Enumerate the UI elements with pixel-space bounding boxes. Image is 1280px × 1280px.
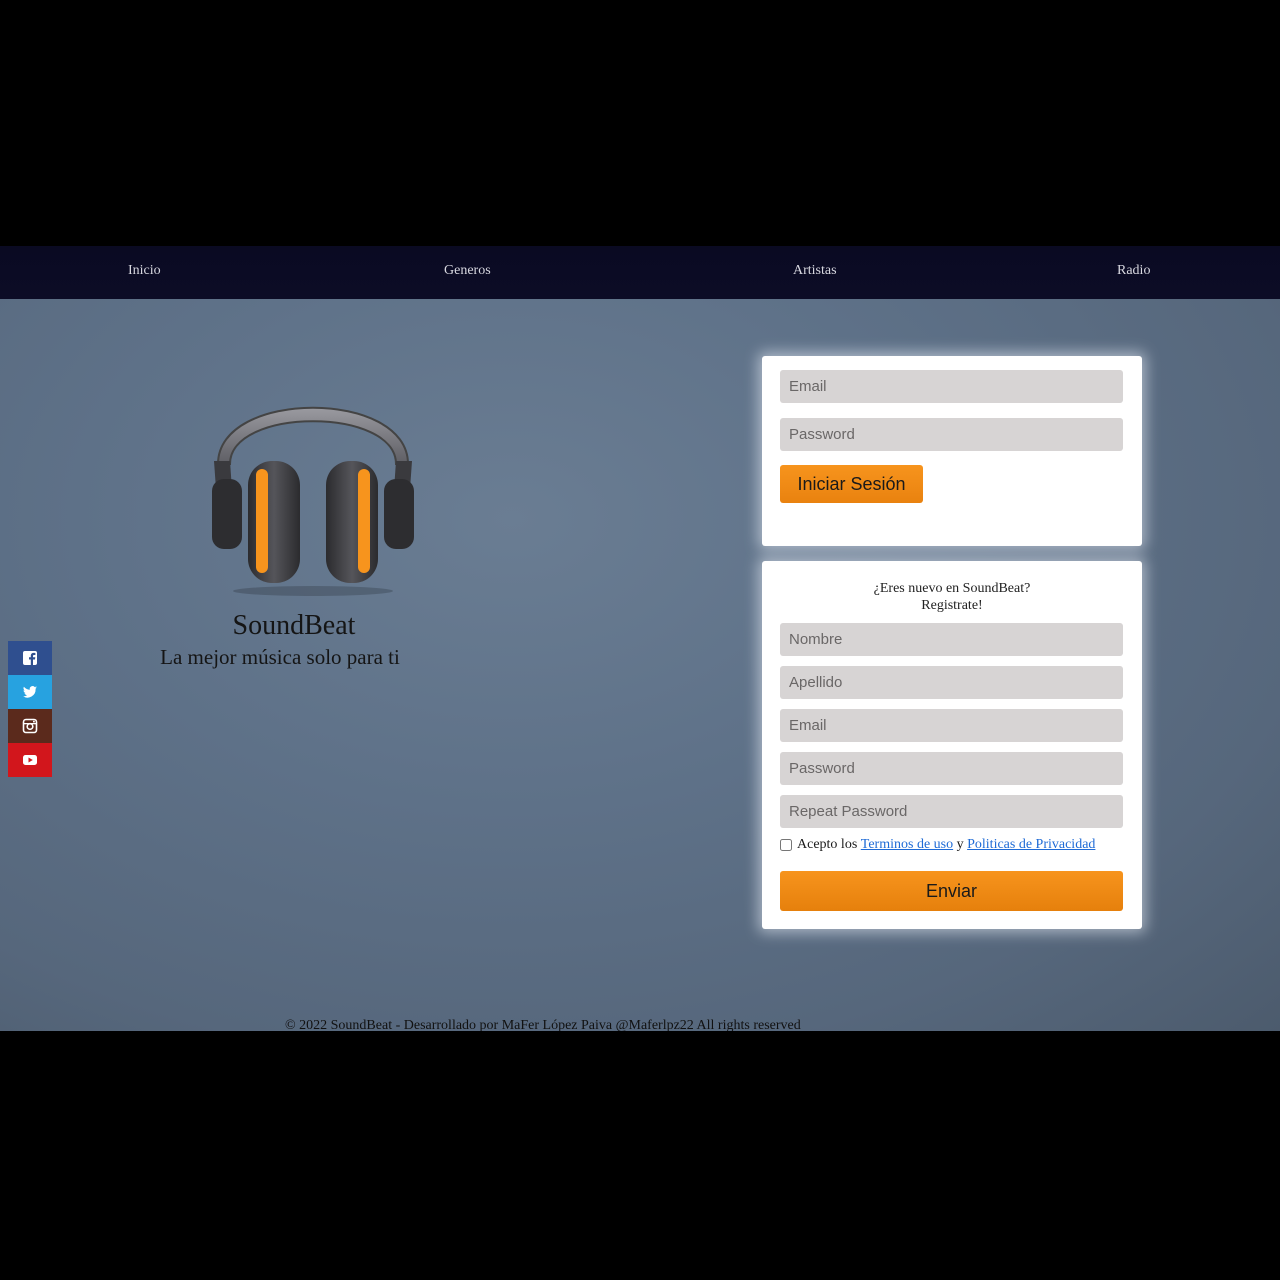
register-apellido-input[interactable] <box>780 666 1123 699</box>
login-password-input[interactable] <box>780 418 1123 451</box>
register-heading-line1: ¿Eres nuevo en SoundBeat? <box>873 581 1031 596</box>
facebook-icon <box>23 651 37 666</box>
register-heading: ¿Eres nuevo en SoundBeat? Registrate! <box>762 580 1142 614</box>
brand-title: SoundBeat <box>232 610 356 641</box>
brand-tagline: La mejor música solo para ti <box>160 645 400 669</box>
main-content: SoundBeat La mejor música solo para ti I… <box>0 299 1280 1031</box>
nav-item-inicio[interactable]: Inicio <box>128 246 161 299</box>
nav-item-radio[interactable]: Radio <box>1117 246 1150 299</box>
youtube-button[interactable] <box>8 743 52 777</box>
register-email-input[interactable] <box>780 709 1123 742</box>
headphones-icon <box>212 406 414 596</box>
facebook-button[interactable] <box>8 641 52 675</box>
terms-checkbox[interactable] <box>780 839 792 851</box>
bottom-letterbox <box>0 1031 1280 1280</box>
login-email-input[interactable] <box>780 370 1123 403</box>
register-submit-button[interactable]: Enviar <box>780 871 1123 911</box>
social-sidebar <box>8 641 52 777</box>
privacy-link[interactable]: Politicas de Privacidad <box>967 837 1095 853</box>
login-card: Iniciar Sesión <box>762 356 1142 546</box>
nav-item-artistas[interactable]: Artistas <box>793 246 837 299</box>
terms-link[interactable]: Terminos de uso <box>861 837 953 853</box>
register-heading-line2: Registrate! <box>921 598 983 613</box>
top-letterbox <box>0 0 1280 246</box>
twitter-icon <box>23 686 37 698</box>
register-password-input[interactable] <box>780 752 1123 785</box>
terms-row: Acepto los Terminos de uso y Politicas d… <box>780 835 1130 855</box>
youtube-icon <box>23 755 37 765</box>
terms-prefix: Acepto los <box>797 837 858 852</box>
register-nombre-input[interactable] <box>780 623 1123 656</box>
footer-copyright: © 2022 SoundBeat - Desarrollado por MaFe… <box>285 1018 801 1031</box>
twitter-button[interactable] <box>8 675 52 709</box>
instagram-button[interactable] <box>8 709 52 743</box>
main-navbar: Inicio Generos Artistas Radio <box>0 246 1280 299</box>
terms-and: y <box>956 837 964 852</box>
nav-item-generos[interactable]: Generos <box>444 246 491 299</box>
register-repeat-password-input[interactable] <box>780 795 1123 828</box>
instagram-icon <box>22 718 38 734</box>
login-button[interactable]: Iniciar Sesión <box>780 465 923 503</box>
register-card: ¿Eres nuevo en SoundBeat? Registrate! Ac… <box>762 561 1142 929</box>
